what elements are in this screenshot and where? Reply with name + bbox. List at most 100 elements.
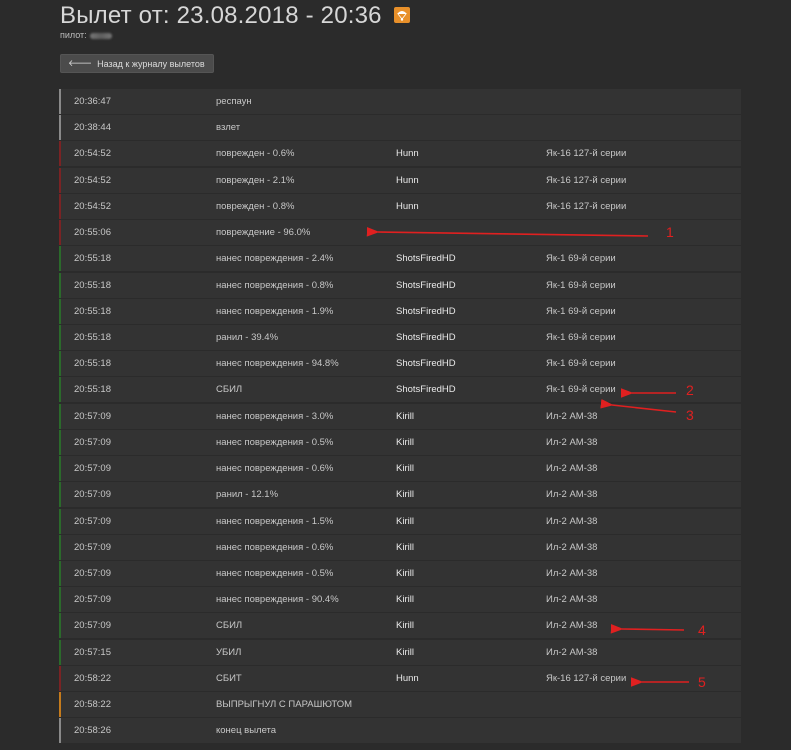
event-time: 20:57:09 — [74, 567, 111, 579]
event-target[interactable]: Kirill — [396, 509, 414, 534]
event-time: 20:57:09 — [74, 515, 111, 527]
event-time: 20:57:09 — [74, 620, 111, 632]
event-description: поврежден - 0.8% — [216, 200, 295, 212]
event-row: 20:54:52 поврежден - 0.6% Hunn Як-16 127-й … — [59, 141, 741, 167]
event-description: нанес повреждения - 0.8% — [216, 279, 334, 291]
event-target[interactable]: ShotsFiredHD — [396, 299, 456, 324]
event-time: 20:57:09 — [74, 463, 111, 475]
event-time: 20:57:09 — [74, 436, 111, 448]
event-row: 20:57:09 нанес повреждения - 0.6% Kirill Ил… — [59, 534, 741, 560]
event-row: 20:57:15 УБИЛ Kirill Ил-2 АМ-38 — [59, 639, 741, 665]
event-target[interactable]: Kirill — [396, 640, 414, 665]
event-description: нанес повреждения - 0.5% — [216, 436, 334, 448]
event-description: взлет — [216, 122, 241, 134]
event-time: 20:57:15 — [74, 646, 111, 658]
event-time: 20:58:22 — [74, 699, 111, 711]
event-target[interactable]: Kirill — [396, 535, 414, 560]
event-description: нанес повреждения - 0.6% — [216, 541, 334, 553]
event-target[interactable]: Kirill — [396, 613, 414, 638]
event-description: ВЫПРЫГНУЛ С ПАРАШЮТОМ — [216, 699, 353, 711]
event-aircraft: Ил-2 АМ-38 — [546, 646, 598, 658]
back-to-log-button[interactable]: 🡐 Назад к журналу вылетов — [60, 54, 214, 73]
event-aircraft: Як-16 127-й серии — [546, 200, 627, 212]
event-description: нанес повреждения - 1.9% — [216, 305, 334, 317]
event-target[interactable]: Kirill — [396, 404, 414, 429]
event-description: нанес повреждения - 2.4% — [216, 253, 334, 265]
event-row: 20:36:47 респаун — [59, 89, 741, 114]
event-row: 20:57:09 нанес повреждения - 0.5% Kirill Ил… — [59, 560, 741, 586]
event-time: 20:58:26 — [74, 725, 111, 737]
event-aircraft: Як-1 69-й серии — [546, 331, 616, 343]
event-time: 20:55:18 — [74, 331, 111, 343]
event-row: 20:57:09 нанес повреждения - 0.6% Kirill Ил… — [59, 456, 741, 482]
event-description: ранил - 39.4% — [216, 331, 279, 343]
event-aircraft: Ил-2 АМ-38 — [546, 436, 598, 448]
event-time: 20:55:06 — [74, 227, 111, 239]
event-row: 20:55:18 ранил - 39.4% ShotsFiredHD Як-1 69… — [59, 324, 741, 350]
event-target[interactable]: Kirill — [396, 430, 414, 455]
event-aircraft: Як-16 127-й серии — [546, 672, 627, 684]
event-description: поврежден - 0.6% — [216, 148, 295, 160]
event-aircraft: Ил-2 АМ-38 — [546, 594, 598, 606]
event-row: 20:58:22 СБИТ Hunn Як-16 127-й серии — [59, 665, 741, 691]
event-target[interactable]: Kirill — [396, 587, 414, 612]
pilot-name-blurred — [89, 32, 112, 39]
event-time: 20:57:09 — [74, 594, 111, 606]
event-description: нанес повреждения - 0.6% — [216, 463, 334, 475]
event-description: поврежден - 2.1% — [216, 174, 295, 186]
event-target[interactable]: Kirill — [396, 456, 414, 481]
annotation-number-3: 3 — [686, 407, 694, 423]
event-aircraft: Ил-2 АМ-38 — [546, 410, 598, 422]
event-time: 20:36:47 — [74, 96, 111, 107]
event-target[interactable]: ShotsFiredHD — [396, 273, 456, 298]
event-time: 20:38:44 — [74, 122, 111, 134]
event-target[interactable]: Hunn — [396, 194, 419, 219]
event-target[interactable]: ShotsFiredHD — [396, 325, 456, 350]
event-description: СБИЛ — [216, 620, 243, 632]
event-description: конец вылета — [216, 725, 277, 737]
annotation-number-4: 4 — [698, 622, 706, 638]
event-description: УБИЛ — [216, 646, 242, 658]
event-target[interactable]: Hunn — [396, 141, 419, 166]
event-aircraft: Ил-2 АМ-38 — [546, 489, 598, 501]
event-target[interactable]: Hunn — [396, 168, 419, 193]
event-target[interactable]: Hunn — [396, 666, 419, 691]
event-time: 20:57:09 — [74, 410, 111, 422]
event-target[interactable]: ShotsFiredHD — [396, 377, 456, 402]
event-target[interactable]: ShotsFiredHD — [396, 351, 456, 376]
event-target[interactable]: ShotsFiredHD — [396, 246, 456, 271]
event-aircraft: Ил-2 АМ-38 — [546, 567, 598, 579]
event-aircraft: Як-1 69-й серии — [546, 384, 616, 396]
event-target[interactable]: Kirill — [396, 561, 414, 586]
event-aircraft: Як-16 127-й серии — [546, 148, 627, 160]
annotation-number-5: 5 — [698, 674, 706, 690]
event-row: 20:57:09 ранил - 12.1% Kirill Ил-2 АМ-38 — [59, 482, 741, 508]
event-time: 20:57:09 — [74, 541, 111, 553]
event-description: повреждение - 96.0% — [216, 227, 311, 239]
back-button-label: Назад к журналу вылетов — [97, 58, 205, 69]
event-row: 20:54:52 поврежден - 2.1% Hunn Як-16 127-й … — [59, 167, 741, 193]
event-time: 20:55:18 — [74, 253, 111, 265]
event-aircraft: Як-1 69-й серии — [546, 358, 616, 370]
page-title: Вылет от: 23.08.2018 - 20:36 — [60, 2, 382, 29]
events-table: 20:36:47 респаун 20:38:44 взлет 20:54:52 повр… — [59, 89, 741, 744]
event-target[interactable]: Kirill — [396, 482, 414, 507]
event-description: нанес повреждения - 94.8% — [216, 358, 339, 370]
event-description: СБИТ — [216, 672, 242, 684]
pilot-line: пилот: — [60, 30, 112, 40]
event-row: 20:55:06 повреждение - 96.0% — [59, 220, 741, 246]
event-row: 20:55:18 нанес повреждения - 1.9% ShotsFir… — [59, 298, 741, 324]
event-row: 20:57:09 нанес повреждения - 1.5% Kirill Ил… — [59, 508, 741, 534]
event-time: 20:55:18 — [74, 384, 111, 396]
annotation-number-1: 1 — [666, 224, 674, 240]
event-description: нанес повреждения - 0.5% — [216, 567, 334, 579]
event-aircraft: Як-1 69-й серии — [546, 253, 616, 265]
event-row: 20:57:09 СБИЛ Kirill Ил-2 АМ-38 — [59, 613, 741, 639]
event-aircraft: Ил-2 АМ-38 — [546, 620, 598, 632]
event-description: нанес повреждения - 90.4% — [216, 594, 339, 606]
event-aircraft: Як-16 127-й серии — [546, 174, 627, 186]
pilot-label: пилот: — [60, 30, 87, 40]
event-row: 20:57:09 нанес повреждения - 0.5% Kirill Ил… — [59, 429, 741, 455]
annotation-number-2: 2 — [686, 382, 694, 398]
event-description: ранил - 12.1% — [216, 489, 279, 501]
